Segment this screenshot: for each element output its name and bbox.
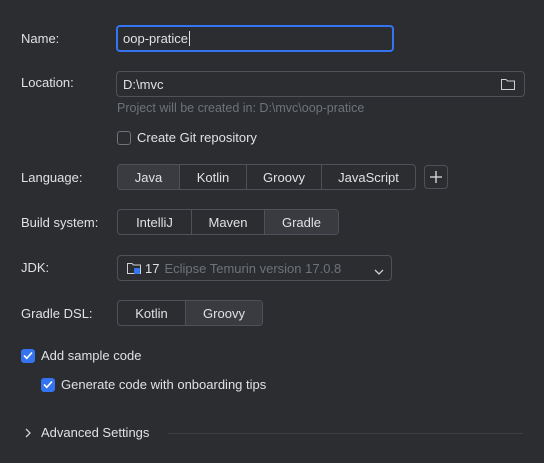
language-option-javascript[interactable]: JavaScript bbox=[321, 165, 415, 189]
language-option-java[interactable]: Java bbox=[118, 165, 179, 189]
build-option-maven[interactable]: Maven bbox=[191, 210, 264, 234]
check-icon bbox=[43, 380, 53, 389]
check-icon bbox=[23, 351, 33, 360]
create-git-checkbox[interactable]: Create Git repository bbox=[117, 130, 257, 145]
language-label: Language: bbox=[21, 170, 83, 185]
chevron-right-icon bbox=[25, 428, 31, 437]
language-option-kotlin[interactable]: Kotlin bbox=[179, 165, 246, 189]
dsl-option-kotlin[interactable]: Kotlin bbox=[118, 301, 185, 325]
jdk-version: 17 bbox=[145, 260, 160, 276]
location-value: D:\mvc bbox=[123, 76, 164, 92]
git-checkbox-box[interactable] bbox=[117, 130, 131, 145]
advanced-settings-label: Advanced Settings bbox=[41, 425, 150, 440]
sample-code-label: Add sample code bbox=[41, 348, 142, 363]
jdk-label: JDK: bbox=[21, 260, 50, 275]
advanced-settings-toggle[interactable]: Advanced Settings bbox=[24, 425, 149, 440]
dsl-option-groovy[interactable]: Groovy bbox=[185, 301, 262, 325]
add-language-button[interactable] bbox=[424, 165, 448, 189]
plus-icon bbox=[430, 171, 442, 183]
chevron-down-icon bbox=[374, 264, 384, 279]
onboarding-checkbox-box[interactable] bbox=[41, 377, 55, 392]
location-field[interactable]: D:\mvc bbox=[116, 71, 525, 97]
advanced-settings-divider bbox=[168, 433, 523, 434]
location-label: Location: bbox=[21, 75, 74, 90]
onboarding-tips-checkbox[interactable]: Generate code with onboarding tips bbox=[41, 377, 266, 392]
jdk-folder-icon bbox=[126, 261, 142, 275]
name-label: Name: bbox=[21, 31, 60, 46]
jdk-description: Eclipse Temurin version 17.0.8 bbox=[164, 260, 342, 276]
build-system-label: Build system: bbox=[21, 215, 99, 230]
onboarding-label: Generate code with onboarding tips bbox=[61, 377, 267, 392]
name-value: oop-pratice bbox=[123, 31, 189, 46]
sample-code-checkbox-box[interactable] bbox=[21, 348, 35, 363]
build-option-intellij[interactable]: IntelliJ bbox=[118, 210, 191, 234]
git-checkbox-label: Create Git repository bbox=[137, 130, 257, 145]
gradle-dsl-selector: Kotlin Groovy bbox=[117, 300, 263, 326]
gradle-dsl-label: Gradle DSL: bbox=[21, 306, 93, 321]
language-selector: Java Kotlin Groovy JavaScript bbox=[117, 164, 416, 190]
build-system-selector: IntelliJ Maven Gradle bbox=[117, 209, 339, 235]
folder-icon[interactable] bbox=[500, 77, 516, 94]
build-option-gradle[interactable]: Gradle bbox=[264, 210, 338, 234]
name-field[interactable]: oop-pratice bbox=[116, 25, 394, 52]
location-hint: Project will be created in: D:\mvc\oop-p… bbox=[117, 101, 365, 115]
jdk-dropdown[interactable]: 17 Eclipse Temurin version 17.0.8 bbox=[117, 255, 392, 281]
add-sample-code-checkbox[interactable]: Add sample code bbox=[21, 348, 141, 363]
language-option-groovy[interactable]: Groovy bbox=[246, 165, 321, 189]
text-caret bbox=[189, 31, 191, 46]
